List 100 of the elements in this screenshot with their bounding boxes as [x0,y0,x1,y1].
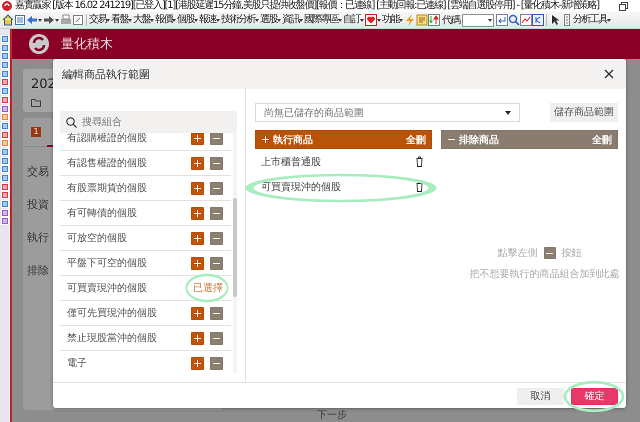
caret-icon [488,18,492,22]
plus-icon [262,136,269,143]
menu-item[interactable]: 選股 [260,13,277,27]
caret-icon [128,18,132,22]
search-icon[interactable] [508,14,520,26]
trash-icon[interactable] [415,156,424,167]
home-icon[interactable] [2,14,14,26]
app-title: 量化積木 [61,36,113,53]
caret-icon [505,110,511,114]
list-item-label: 有股票期貨的個股 [67,182,147,195]
code-input-field[interactable] [462,14,494,26]
field-label: 投資 [27,197,49,213]
field-label: 排除 [27,263,49,279]
add-button[interactable] [191,256,204,270]
list-item-label: 可放空的個股 [67,232,127,245]
add-button[interactable] [191,206,204,220]
resize-icon[interactable] [72,14,84,26]
minus-icon [544,247,556,259]
list-item-label: 可買賣現沖的個股 [67,282,147,295]
caret-icon [150,18,154,22]
add-button[interactable] [191,332,204,344]
clear-all-button[interactable]: 全刪 [406,132,426,146]
forward-arrow-icon[interactable] [43,14,55,26]
add-button[interactable] [191,356,204,370]
code-label: 代碼 [442,14,460,27]
search-field[interactable]: 搜尋組合 [60,111,237,133]
field-label: 執行 [27,230,49,246]
field-label: 交易 [27,164,49,180]
menu-item[interactable]: 個股 [177,13,194,27]
menu-item[interactable]: 報價 [155,13,172,27]
printer-icon[interactable] [60,14,72,26]
step-badge: 1 [31,127,41,137]
cursor-icon[interactable] [549,14,561,26]
confirm-button[interactable]: 確定 [571,388,618,404]
dialog-title: 編輯商品執行範圍 [62,66,150,82]
restore-icon[interactable] [619,2,628,10]
up-down-arrows-icon[interactable] [428,14,440,26]
menu-item[interactable]: 看盤 [111,13,128,27]
menu-item[interactable]: 交易 [89,13,106,27]
caret-icon [194,18,198,22]
exclude-button[interactable] [210,133,223,144]
exclude-button[interactable] [210,356,223,370]
enter-icon[interactable] [496,14,508,26]
document-icon[interactable] [14,14,26,26]
menu-item[interactable]: 技術分析 [221,13,255,27]
included-item-label: 可買賣現沖的個股 [261,180,341,194]
hint-text: 點擊左側 [498,246,538,260]
exclude-button[interactable] [210,156,223,170]
selected-label: 已選擇 [193,282,223,295]
search-icon [66,116,77,128]
list-item-label: 電子 [67,357,87,370]
add-button[interactable] [191,306,204,320]
clear-all-button[interactable]: 全刪 [592,132,612,146]
back-arrow-icon[interactable] [26,14,38,26]
caret-icon [106,18,110,22]
caret-icon [377,18,381,22]
save-range-button[interactable]: 儲存商品範圍 [550,103,618,122]
menu-item[interactable]: 大盤 [133,13,150,27]
menu-item[interactable]: 功能 [382,13,399,27]
note-icon[interactable] [416,14,428,26]
menu-item[interactable]: 分析工具 [573,13,607,27]
list-item-label: 有認購權證的個股 [67,133,147,145]
menu-item[interactable]: 自訂 [343,13,360,27]
menu-item[interactable]: 資訊 [282,13,299,27]
exclude-button[interactable] [210,182,223,194]
heart-icon[interactable] [365,14,377,26]
hint-text: 按鈕 [562,246,582,260]
caret-icon [299,18,303,22]
lightning-icon[interactable] [404,14,416,26]
menu-item[interactable]: 國際專區 [304,13,338,27]
trash-icon[interactable] [415,181,424,192]
column-title: 執行商品 [273,133,313,146]
exclude-button[interactable] [210,256,223,270]
caret-icon [216,18,220,22]
caret-icon [172,18,176,22]
add-button[interactable] [191,133,204,144]
list-item-label: 僅可先買現沖的個股 [67,306,157,320]
close-icon[interactable] [604,69,614,79]
exclude-button[interactable] [210,332,223,344]
folder-icon [31,98,41,107]
caret-icon [255,18,259,22]
add-button[interactable] [191,182,204,194]
list-item-label: 有認售權證的個股 [67,156,147,170]
menu-item[interactable]: 報速 [199,13,216,27]
app-logo-icon [29,34,49,54]
exclude-button[interactable] [210,206,223,220]
hint-text: 把不想要執行的商品組合加到此處 [470,268,620,281]
included-item-label: 上市櫃普通股 [261,156,321,168]
caret-icon [338,18,342,22]
scrollbar-thumb[interactable] [233,198,237,297]
range-dropdown[interactable]: 尚無已儲存的商品範圍 [255,103,520,122]
caret-icon [607,18,611,22]
cancel-button[interactable]: 取消 [517,388,564,404]
list-item-label: 平盤下可空的個股 [67,256,147,270]
line-chart-icon[interactable] [520,14,532,26]
add-button[interactable] [191,156,204,170]
add-button[interactable] [191,232,204,244]
next-button[interactable]: 下一步 [317,410,347,422]
exclude-button[interactable] [210,232,223,244]
exclude-button[interactable] [210,306,223,320]
